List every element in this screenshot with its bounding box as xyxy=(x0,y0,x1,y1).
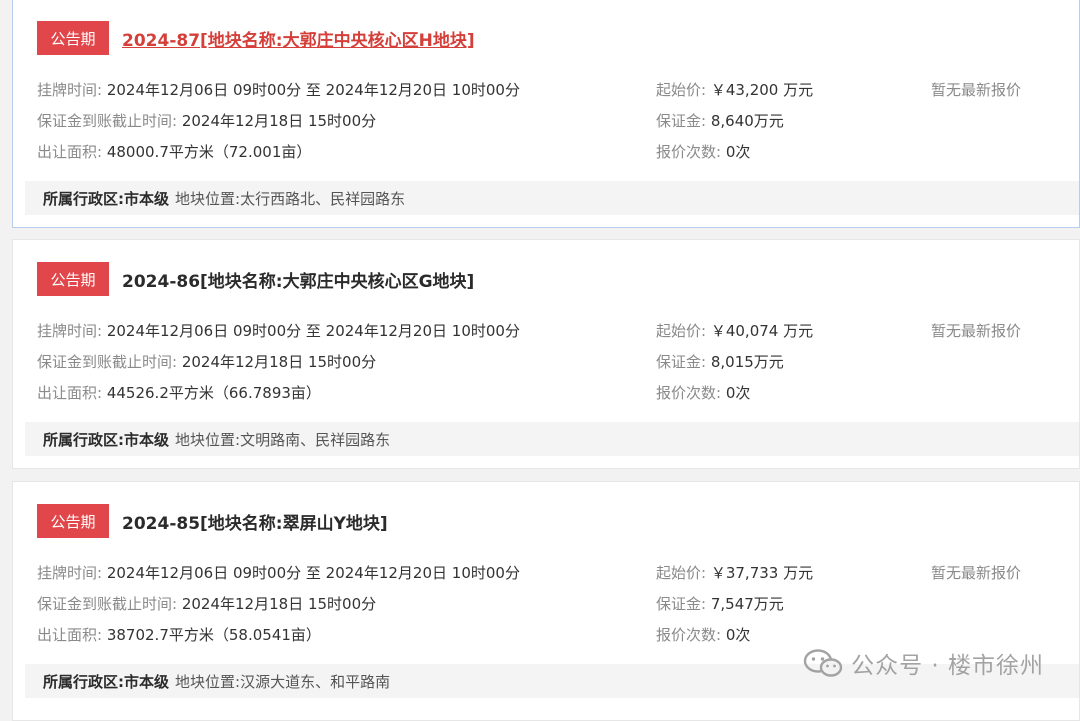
location-label: 地块位置: xyxy=(175,672,241,691)
listing-time-value: 2024年12月06日 09时00分 至 2024年12月20日 10时00分 xyxy=(106,81,520,99)
bid-count-label: 报价次数: xyxy=(656,384,722,402)
district-value: 市本级 xyxy=(124,430,170,449)
area-row: 出让面积: 38702.7平方米（58.0541亩） xyxy=(37,624,321,645)
status-badge: 公告期 xyxy=(37,21,109,55)
status-badge: 公告期 xyxy=(37,504,109,538)
listing-time-row: 挂牌时间: 2024年12月06日 09时00分 至 2024年12月20日 1… xyxy=(37,79,520,100)
deposit-deadline-row: 保证金到账截止时间: 2024年12月18日 15时00分 xyxy=(37,593,376,614)
location-label: 地块位置: xyxy=(175,430,241,449)
bid-count-value: 0次 xyxy=(725,143,751,161)
area-row: 出让面积: 48000.7平方米（72.001亩） xyxy=(37,141,311,162)
start-price-value: ￥43,200 万元 xyxy=(710,81,814,99)
location-value: 文明路南、民祥园路东 xyxy=(240,430,391,449)
district-value: 市本级 xyxy=(124,672,170,691)
district-value: 市本级 xyxy=(124,189,170,208)
listing-card[interactable]: 公告期 2024-86[地块名称:大郭庄中央核心区G地块] 挂牌时间: 2024… xyxy=(12,239,1080,469)
listing-time-value: 2024年12月06日 09时00分 至 2024年12月20日 10时00分 xyxy=(106,322,520,340)
deposit-row: 保证金: 7,547万元 xyxy=(656,593,784,614)
bid-count-row: 报价次数: 0次 xyxy=(656,141,750,162)
area-value: 48000.7平方米（72.001亩） xyxy=(106,143,312,161)
start-price-row: 起始价: ￥40,074 万元 xyxy=(656,320,813,341)
listing-time-label: 挂牌时间: xyxy=(37,81,103,99)
deposit-row: 保证金: 8,015万元 xyxy=(656,351,784,372)
district-label: 所属行政区: xyxy=(43,430,124,449)
deposit-label: 保证金: xyxy=(656,595,707,613)
deposit-row: 保证金: 8,640万元 xyxy=(656,110,784,131)
deposit-label: 保证金: xyxy=(656,112,707,130)
deposit-value: 7,547万元 xyxy=(710,595,784,613)
start-price-row: 起始价: ￥43,200 万元 xyxy=(656,79,813,100)
listing-card[interactable]: 公告期 2024-87[地块名称:大郭庄中央核心区H地块] 挂牌时间: 2024… xyxy=(12,0,1080,228)
listing-time-label: 挂牌时间: xyxy=(37,564,103,582)
listing-title-link[interactable]: 2024-87[地块名称:大郭庄中央核心区H地块] xyxy=(122,26,475,51)
bid-count-value: 0次 xyxy=(725,626,751,644)
watermark: 公众号 · 楼市徐州 xyxy=(803,646,1044,680)
start-price-value: ￥37,733 万元 xyxy=(710,564,814,582)
listing-time-label: 挂牌时间: xyxy=(37,322,103,340)
area-label: 出让面积: xyxy=(37,143,103,161)
latest-bid: 暂无最新报价 xyxy=(931,564,1022,582)
listing-time-row: 挂牌时间: 2024年12月06日 09时00分 至 2024年12月20日 1… xyxy=(37,562,520,583)
card-footer: 所属行政区: 市本级 地块位置: 文明路南、民祥园路东 xyxy=(25,422,1079,456)
start-price-label: 起始价: xyxy=(656,81,707,99)
listing-card[interactable]: 公告期 2024-85[地块名称:翠屏山Y地块] 挂牌时间: 2024年12月0… xyxy=(12,481,1080,721)
area-label: 出让面积: xyxy=(37,384,103,402)
bid-count-row: 报价次数: 0次 xyxy=(656,382,750,403)
wechat-icon xyxy=(803,649,843,677)
deposit-deadline-label: 保证金到账截止时间: xyxy=(37,353,178,371)
start-price-label: 起始价: xyxy=(656,564,707,582)
listing-time-value: 2024年12月06日 09时00分 至 2024年12月20日 10时00分 xyxy=(106,564,520,582)
deposit-deadline-value: 2024年12月18日 15时00分 xyxy=(181,595,377,613)
watermark-text: 公众号 · 楼市徐州 xyxy=(851,653,1044,679)
area-value: 44526.2平方米（66.7893亩） xyxy=(106,384,321,402)
card-footer: 所属行政区: 市本级 地块位置: 太行西路北、民祥园路东 xyxy=(25,181,1079,215)
deposit-label: 保证金: xyxy=(656,353,707,371)
deposit-deadline-value: 2024年12月18日 15时00分 xyxy=(181,353,377,371)
listing-title-link[interactable]: 2024-86[地块名称:大郭庄中央核心区G地块] xyxy=(122,267,474,292)
bid-count-label: 报价次数: xyxy=(656,143,722,161)
area-row: 出让面积: 44526.2平方米（66.7893亩） xyxy=(37,382,321,403)
deposit-value: 8,640万元 xyxy=(710,112,784,130)
area-value: 38702.7平方米（58.0541亩） xyxy=(106,626,321,644)
start-price-value: ￥40,074 万元 xyxy=(710,322,814,340)
deposit-deadline-value: 2024年12月18日 15时00分 xyxy=(181,112,377,130)
district-label: 所属行政区: xyxy=(43,189,124,208)
start-price-row: 起始价: ￥37,733 万元 xyxy=(656,562,813,583)
district-label: 所属行政区: xyxy=(43,672,124,691)
deposit-deadline-label: 保证金到账截止时间: xyxy=(37,112,178,130)
listing-time-row: 挂牌时间: 2024年12月06日 09时00分 至 2024年12月20日 1… xyxy=(37,320,520,341)
deposit-deadline-label: 保证金到账截止时间: xyxy=(37,595,178,613)
location-value: 汉源大道东、和平路南 xyxy=(240,672,391,691)
listing-title-link[interactable]: 2024-85[地块名称:翠屏山Y地块] xyxy=(122,509,388,534)
deposit-deadline-row: 保证金到账截止时间: 2024年12月18日 15时00分 xyxy=(37,351,376,372)
latest-bid: 暂无最新报价 xyxy=(931,322,1022,340)
deposit-value: 8,015万元 xyxy=(710,353,784,371)
bid-count-value: 0次 xyxy=(725,384,751,402)
location-value: 太行西路北、民祥园路东 xyxy=(240,189,406,208)
status-badge: 公告期 xyxy=(37,262,109,296)
latest-bid: 暂无最新报价 xyxy=(931,81,1022,99)
location-label: 地块位置: xyxy=(175,189,241,208)
bid-count-label: 报价次数: xyxy=(656,626,722,644)
area-label: 出让面积: xyxy=(37,626,103,644)
deposit-deadline-row: 保证金到账截止时间: 2024年12月18日 15时00分 xyxy=(37,110,376,131)
start-price-label: 起始价: xyxy=(656,322,707,340)
bid-count-row: 报价次数: 0次 xyxy=(656,624,750,645)
